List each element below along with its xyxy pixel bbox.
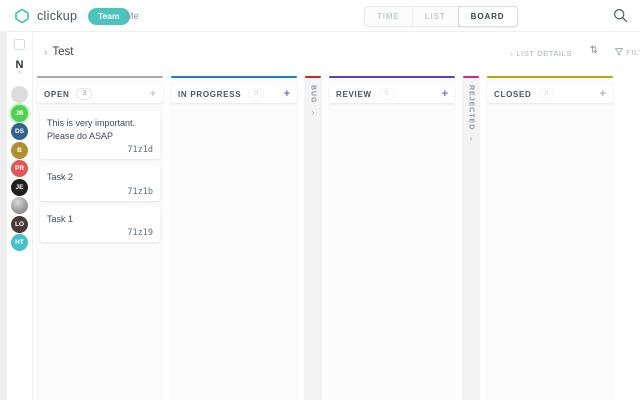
board-column-review: REVIEW 0 + (328, 76, 456, 400)
list-details-label: LIST DETAILS (516, 49, 572, 58)
kanban-board: OPEN 3 + This is very important. Please … (33, 70, 640, 400)
column-title: REVIEW (336, 90, 372, 99)
task-count-badge: 0 (539, 88, 555, 100)
avatar[interactable]: PR (11, 160, 28, 177)
avatar[interactable]: JB (11, 105, 28, 122)
avatar[interactable]: DS (11, 123, 28, 140)
app-name: clickup (37, 9, 77, 23)
column-header[interactable]: CLOSED 0 + (487, 85, 613, 103)
avatar[interactable]: HT (11, 234, 28, 251)
add-task-button[interactable]: + (442, 89, 448, 100)
column-title-vertical: BUG (310, 85, 317, 104)
breadcrumb[interactable]: › Test (44, 46, 73, 58)
search-icon[interactable] (613, 8, 628, 23)
collapse-caret-icon[interactable]: ^ (7, 71, 32, 79)
column-color-line (463, 76, 479, 78)
view-switcher: TIME LIST BOARD (364, 6, 518, 27)
board-column-closed: CLOSED 0 + (486, 76, 614, 400)
add-task-button[interactable]: + (600, 89, 606, 100)
column-header[interactable]: IN PROGRESS 0 + (171, 85, 297, 103)
avatar[interactable]: B (11, 142, 28, 159)
task-count-badge: 3 (76, 88, 92, 100)
space-initial[interactable]: N (7, 59, 32, 71)
task-card[interactable]: Task 1 71z19 (40, 207, 160, 243)
avatar-photo[interactable] (11, 197, 28, 214)
breadcrumb-chevron-icon: › (44, 47, 47, 58)
expand-column-icon[interactable]: › (470, 134, 473, 143)
column-header[interactable]: OPEN 3 + (37, 85, 163, 103)
task-id: 71z19 (47, 228, 153, 238)
sort-icon[interactable]: ⇅ (590, 45, 598, 56)
board-column-in-progress: IN PROGRESS 0 + (170, 76, 298, 400)
column-color-line (305, 76, 321, 78)
list-details-chevron-icon: › (511, 49, 514, 58)
tab-time[interactable]: TIME (365, 7, 413, 26)
sidebar: N ^ JB DS B PR JE LO HT (7, 32, 33, 400)
task-count-badge: 0 (248, 88, 264, 100)
me-toggle-button[interactable]: Me (126, 11, 139, 21)
team-toggle-button[interactable]: Team (88, 8, 130, 25)
list-details-button[interactable]: › LIST DETAILS (511, 49, 573, 58)
task-title: This is very important. Please do ASAP (47, 117, 153, 142)
breadcrumb-title: Test (52, 46, 73, 58)
task-card[interactable]: Task 2 71z1b (40, 165, 160, 201)
filter-funnel-icon (615, 48, 623, 56)
avatar[interactable]: JE (11, 179, 28, 196)
task-id: 71z1b (47, 187, 153, 197)
column-color-line (487, 76, 613, 78)
column-color-line (329, 76, 455, 78)
list-toolbar: › Test › LIST DETAILS ⇅ FILTER (33, 32, 640, 70)
left-rail (0, 32, 7, 400)
column-color-line (37, 76, 163, 78)
filter-button[interactable]: FILTER (615, 48, 640, 57)
clickup-logo-icon[interactable] (14, 8, 30, 24)
avatar[interactable]: LO (11, 216, 28, 233)
task-card[interactable]: This is very important. Please do ASAP 7… (40, 111, 160, 159)
apps-grid-icon[interactable] (14, 39, 25, 50)
expand-column-icon[interactable]: › (312, 108, 315, 117)
task-id: 71z1d (47, 145, 153, 155)
task-title: Task 2 (47, 171, 153, 184)
column-color-line (171, 76, 297, 78)
filter-label: FILTER (626, 48, 640, 57)
board-column-collapsed-bug[interactable]: BUG › (304, 76, 322, 400)
tab-board[interactable]: BOARD (458, 6, 518, 27)
avatar[interactable] (11, 86, 28, 103)
column-title: CLOSED (494, 90, 532, 99)
column-title: IN PROGRESS (178, 90, 241, 99)
add-task-button[interactable]: + (150, 89, 156, 100)
app-header: clickup Team Me TIME LIST BOARD (0, 0, 640, 32)
board-column-collapsed-rejected[interactable]: REJECTED › (462, 76, 480, 400)
board-column-open: OPEN 3 + This is very important. Please … (36, 76, 164, 400)
add-task-button[interactable]: + (284, 89, 290, 100)
column-title: OPEN (44, 90, 69, 99)
member-avatar-list: JB DS B PR JE LO HT (7, 86, 32, 251)
tab-list[interactable]: LIST (413, 7, 459, 26)
column-title-vertical: REJECTED (468, 85, 475, 130)
task-title: Task 1 (47, 213, 153, 226)
task-count-badge: 0 (379, 88, 395, 100)
column-header[interactable]: REVIEW 0 + (329, 85, 455, 103)
